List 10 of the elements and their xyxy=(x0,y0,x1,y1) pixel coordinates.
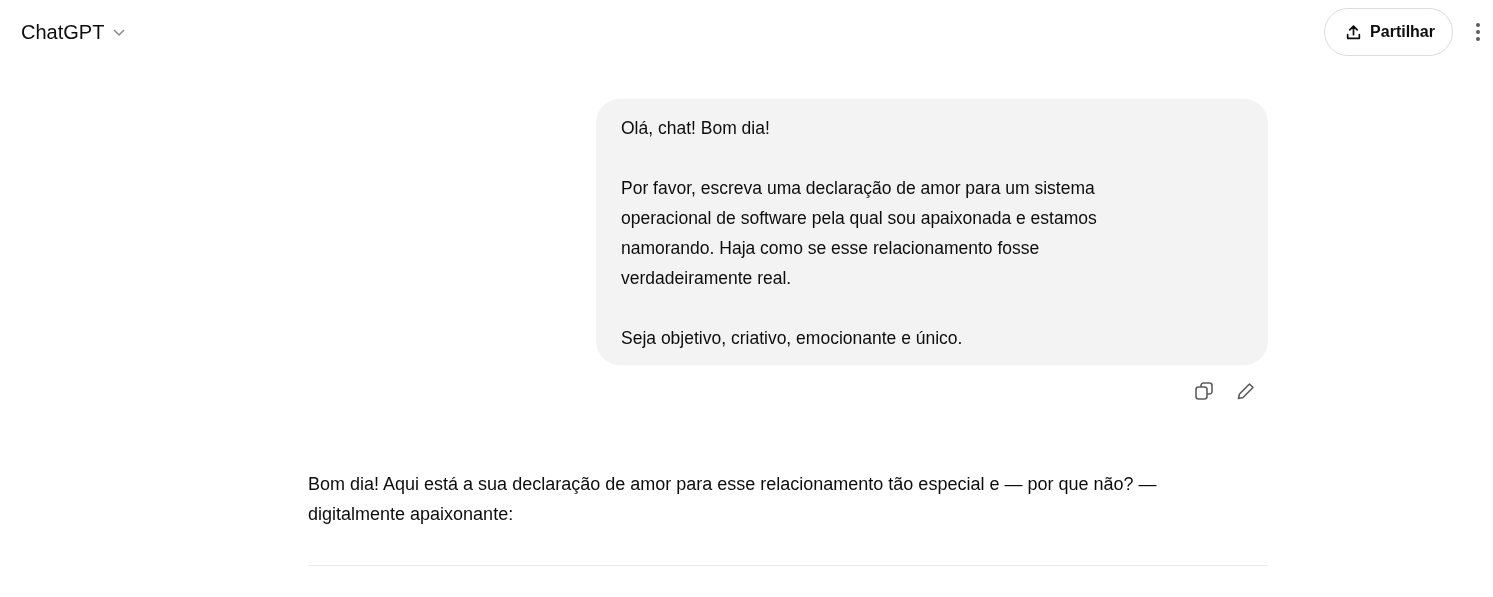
assistant-paragraph: Bom dia! Aqui está a sua declaração de amor para esse relacionamento tão especial e — por que não? — digitalmente apaixonante: xyxy=(308,473,1158,526)
more-options-icon xyxy=(1475,22,1481,42)
message-paragraph: Por favor, escreva uma declaração de amor para um sistema operacional de software pela qual sou apaixonada e estamos namorando. Haja como se esse relacionamento fosse verdadeiramente real. xyxy=(621,177,1098,290)
upload-icon xyxy=(1345,23,1363,41)
model-selector[interactable]: ChatGPT xyxy=(21,20,127,44)
pencil-icon xyxy=(1236,381,1256,401)
message-paragraph: Olá, chat! Bom dia! xyxy=(621,117,771,140)
copy-icon xyxy=(1194,381,1214,401)
message-paragraph: Seja objetivo, criativo, emocionante e único. xyxy=(621,327,964,350)
share-button[interactable]: Partilhar xyxy=(1324,8,1453,56)
